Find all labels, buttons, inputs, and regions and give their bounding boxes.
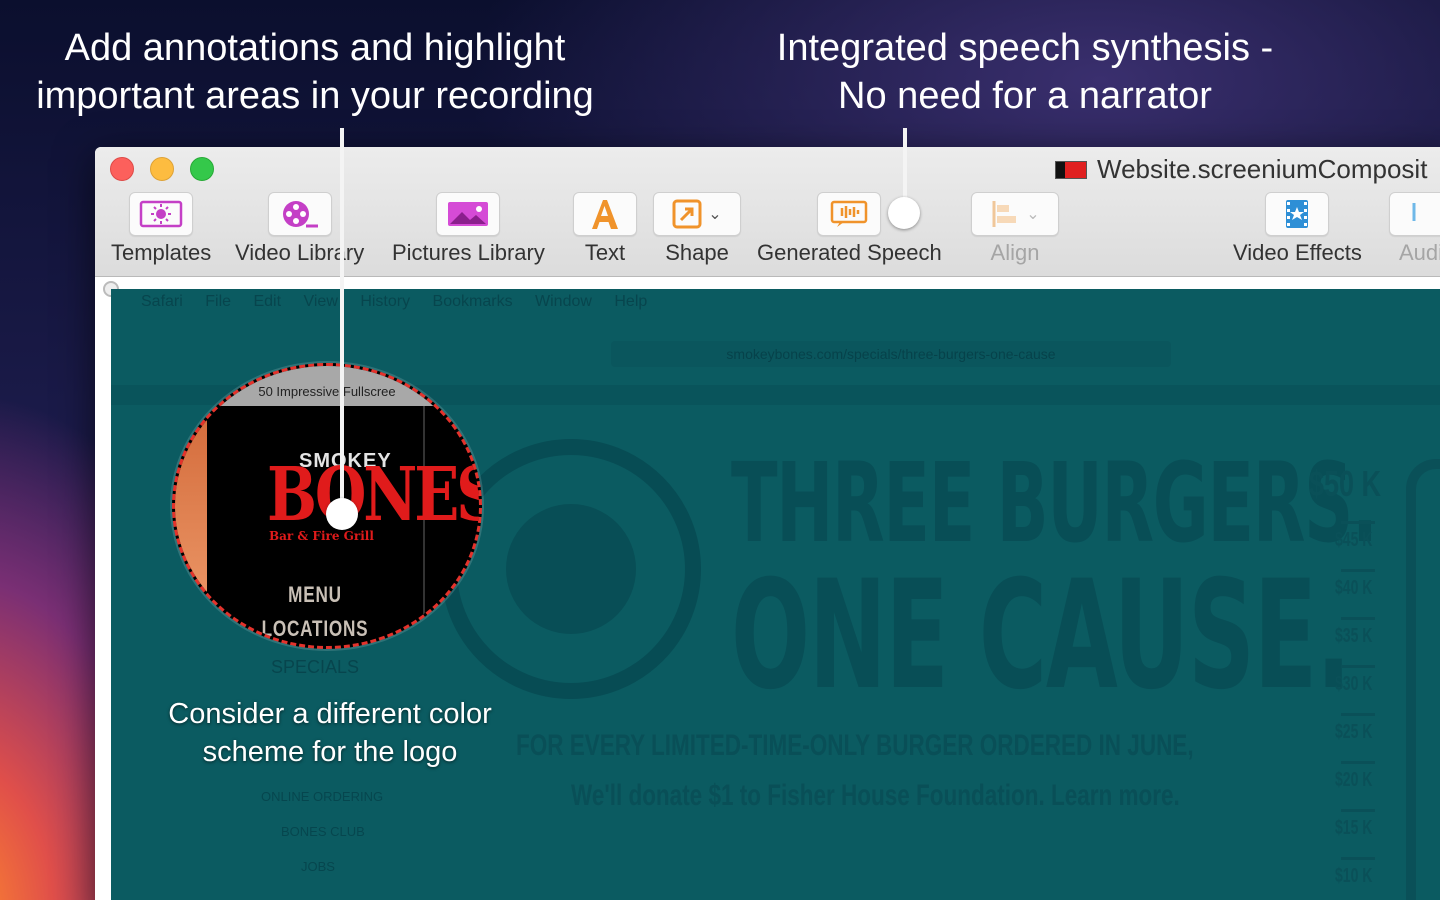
callout-dot-speech bbox=[888, 197, 920, 229]
text-a-icon bbox=[592, 200, 618, 229]
audio-label: Audi bbox=[1398, 240, 1440, 265]
logo-bones-text: BONES bbox=[267, 452, 482, 538]
caption-speech-line-1: Integrated speech synthesis - bbox=[776, 27, 1274, 69]
thermometer-tick bbox=[1341, 761, 1375, 764]
shape-arrow-icon bbox=[672, 199, 702, 229]
magnified-side-panel bbox=[175, 406, 207, 646]
video-library-label: Video Library bbox=[235, 240, 365, 265]
thermometer-tick-label: $30 K bbox=[1335, 673, 1373, 695]
annotation-note: Consider a different color scheme for th… bbox=[130, 695, 530, 771]
window-title-text: Website.screeniumComposit bbox=[1097, 154, 1428, 184]
video-library-tool[interactable]: Video Library bbox=[235, 192, 364, 266]
video-effects-button[interactable] bbox=[1265, 192, 1330, 236]
caption-annotations: Add annotations and highlight important … bbox=[20, 24, 610, 120]
thermometer-tick-label: $40 K bbox=[1335, 577, 1373, 599]
recorded-menubar: Safari File Edit View History Bookmarks … bbox=[141, 293, 648, 310]
pictures-library-button[interactable] bbox=[436, 192, 501, 236]
pictures-library-label: Pictures Library bbox=[392, 240, 545, 265]
pictures-library-tool[interactable]: Pictures Library bbox=[392, 192, 545, 266]
templates-tool[interactable]: Templates bbox=[111, 192, 211, 266]
align-button[interactable]: ⌄ bbox=[971, 192, 1059, 236]
recorded-menu-online-ordering: ONLINE ORDERING bbox=[261, 789, 384, 804]
picture-icon bbox=[448, 202, 489, 226]
align-tool[interactable]: ⌄ Align bbox=[971, 192, 1059, 266]
thermometer-tick bbox=[1341, 665, 1375, 668]
recorded-subline-1: FOR EVERY LIMITED-TIME-ONLY BURGER ORDER… bbox=[516, 729, 1194, 762]
templates-icon bbox=[139, 200, 183, 228]
thermometer-tick bbox=[1341, 809, 1375, 812]
recorded-menu-jobs: JOBS bbox=[301, 859, 335, 874]
film-reel-icon bbox=[282, 201, 318, 228]
align-label: Align bbox=[990, 240, 1040, 265]
thermometer-tube bbox=[1406, 459, 1440, 900]
thermometer-tick-label: $45 K bbox=[1335, 529, 1373, 551]
thermometer-tick-label: $35 K bbox=[1335, 625, 1373, 647]
shape-button[interactable]: ⌄ bbox=[653, 192, 741, 236]
thermometer-tick-label: $25 K bbox=[1335, 721, 1373, 743]
recorded-url-bar: smokeybones.com/specials/three-burgers-o… bbox=[611, 341, 1171, 367]
thermometer-tick bbox=[1341, 713, 1375, 716]
annotation-note-line-2: scheme for the logo bbox=[202, 736, 458, 768]
close-window-button[interactable] bbox=[110, 157, 134, 181]
callout-line-annotations bbox=[340, 128, 344, 513]
thermometer-tick bbox=[1341, 857, 1375, 860]
text-label: Text bbox=[584, 240, 626, 265]
document-icon bbox=[1055, 160, 1087, 179]
chevron-down-icon: ⌄ bbox=[708, 206, 722, 223]
annotation-note-line-1: Consider a different color bbox=[168, 698, 492, 730]
generated-speech-button[interactable] bbox=[817, 192, 882, 236]
minimize-window-button[interactable] bbox=[150, 157, 174, 181]
chevron-down-icon: ⌄ bbox=[1026, 206, 1040, 223]
templates-label: Templates bbox=[111, 240, 212, 265]
thermometer-tick-label: $20 K bbox=[1335, 769, 1373, 791]
text-tool[interactable]: Text bbox=[573, 192, 637, 266]
donation-thermometer: $50 K $45 K $40 K $35 K $30 K $25 K $20 … bbox=[1291, 449, 1411, 900]
text-button[interactable] bbox=[573, 192, 637, 236]
thermometer-tick bbox=[1341, 521, 1375, 524]
thermometer-tick-label: $15 K bbox=[1335, 817, 1373, 839]
logo-subtitle: Bar & Fire Grill bbox=[269, 529, 374, 543]
audio-icon bbox=[1412, 203, 1416, 221]
shape-label: Shape bbox=[665, 240, 729, 265]
video-effects-icon bbox=[1286, 200, 1309, 228]
magnified-tab-title: 50 Impressive Fullscree bbox=[175, 366, 479, 406]
thermometer-tick bbox=[1341, 569, 1375, 572]
audio-button[interactable] bbox=[1389, 192, 1440, 236]
magnified-menu-item: MENU bbox=[288, 582, 342, 607]
shape-tool[interactable]: ⌄ Shape bbox=[653, 192, 741, 266]
fisher-house-seal-center bbox=[506, 504, 636, 634]
recorded-menu-bones-club: BONES CLUB bbox=[281, 824, 365, 839]
recorded-menu-specials: SPECIALS bbox=[271, 657, 360, 677]
caption-annotations-line-2: important areas in your recording bbox=[36, 75, 594, 117]
video-effects-tool[interactable]: Video Effects bbox=[1233, 192, 1362, 266]
zoom-window-button[interactable] bbox=[190, 157, 214, 181]
toolbar: Website.screeniumComposit Templates Vide… bbox=[95, 147, 1440, 277]
recorded-headline-2: ONE CAUSE. bbox=[731, 549, 1351, 723]
thermometer-top-label: $50 K bbox=[1309, 463, 1382, 504]
recorded-subline-2: We'll donate $1 to Fisher House Foundati… bbox=[571, 779, 1180, 812]
audio-tool[interactable]: Audi bbox=[1389, 192, 1440, 266]
callout-dot-annotations bbox=[326, 498, 358, 530]
caption-speech: Integrated speech synthesis - No need fo… bbox=[740, 24, 1310, 120]
caption-annotations-line-1: Add annotations and highlight bbox=[64, 27, 566, 69]
window-title: Website.screeniumComposit bbox=[1055, 154, 1427, 185]
thermometer-tick-label: $10 K bbox=[1335, 865, 1373, 887]
video-library-button[interactable] bbox=[267, 192, 332, 236]
align-icon bbox=[992, 201, 1017, 227]
magnified-menu-item: LOCATIONS bbox=[261, 616, 369, 641]
templates-button[interactable] bbox=[129, 192, 194, 236]
generated-speech-label: Generated Speech bbox=[757, 240, 942, 265]
caption-speech-line-2: No need for a narrator bbox=[838, 75, 1212, 117]
speech-waveform-icon bbox=[831, 200, 868, 227]
thermometer-tick bbox=[1341, 617, 1375, 620]
video-effects-label: Video Effects bbox=[1233, 240, 1362, 265]
recorded-headline-1: THREE BURGERS. bbox=[731, 439, 1378, 567]
